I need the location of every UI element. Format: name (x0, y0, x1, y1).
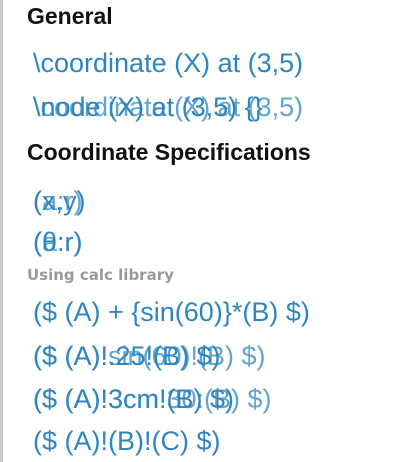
snippet-ghost-label: ($ (A)!sin(60)!(B) $) (33, 341, 266, 371)
snippet-ghost-label: ($ (A)!3cm!30:(B) $) (33, 384, 272, 414)
snippet-label: ($ (A)!(B)!(C) $) (33, 426, 221, 456)
section-heading-coordinate-specifications: Coordinate Specifications (27, 139, 311, 165)
section-subheading-calc-library: Using calc library (27, 266, 174, 284)
snippet-label: ($ (A) + {sin(60)}*(B) $) (33, 297, 310, 327)
panel-left-border (0, 0, 3, 462)
snippet-ghost-label: \coordinate (X) at (3,5) (33, 92, 304, 122)
snippet-ghost-label: (a:r) (33, 186, 83, 216)
snippet-ghost-label: (a:r) (33, 227, 83, 257)
snippet-label: \coordinate (X) at (3,5) (33, 48, 304, 78)
section-heading-general: General (27, 3, 113, 29)
